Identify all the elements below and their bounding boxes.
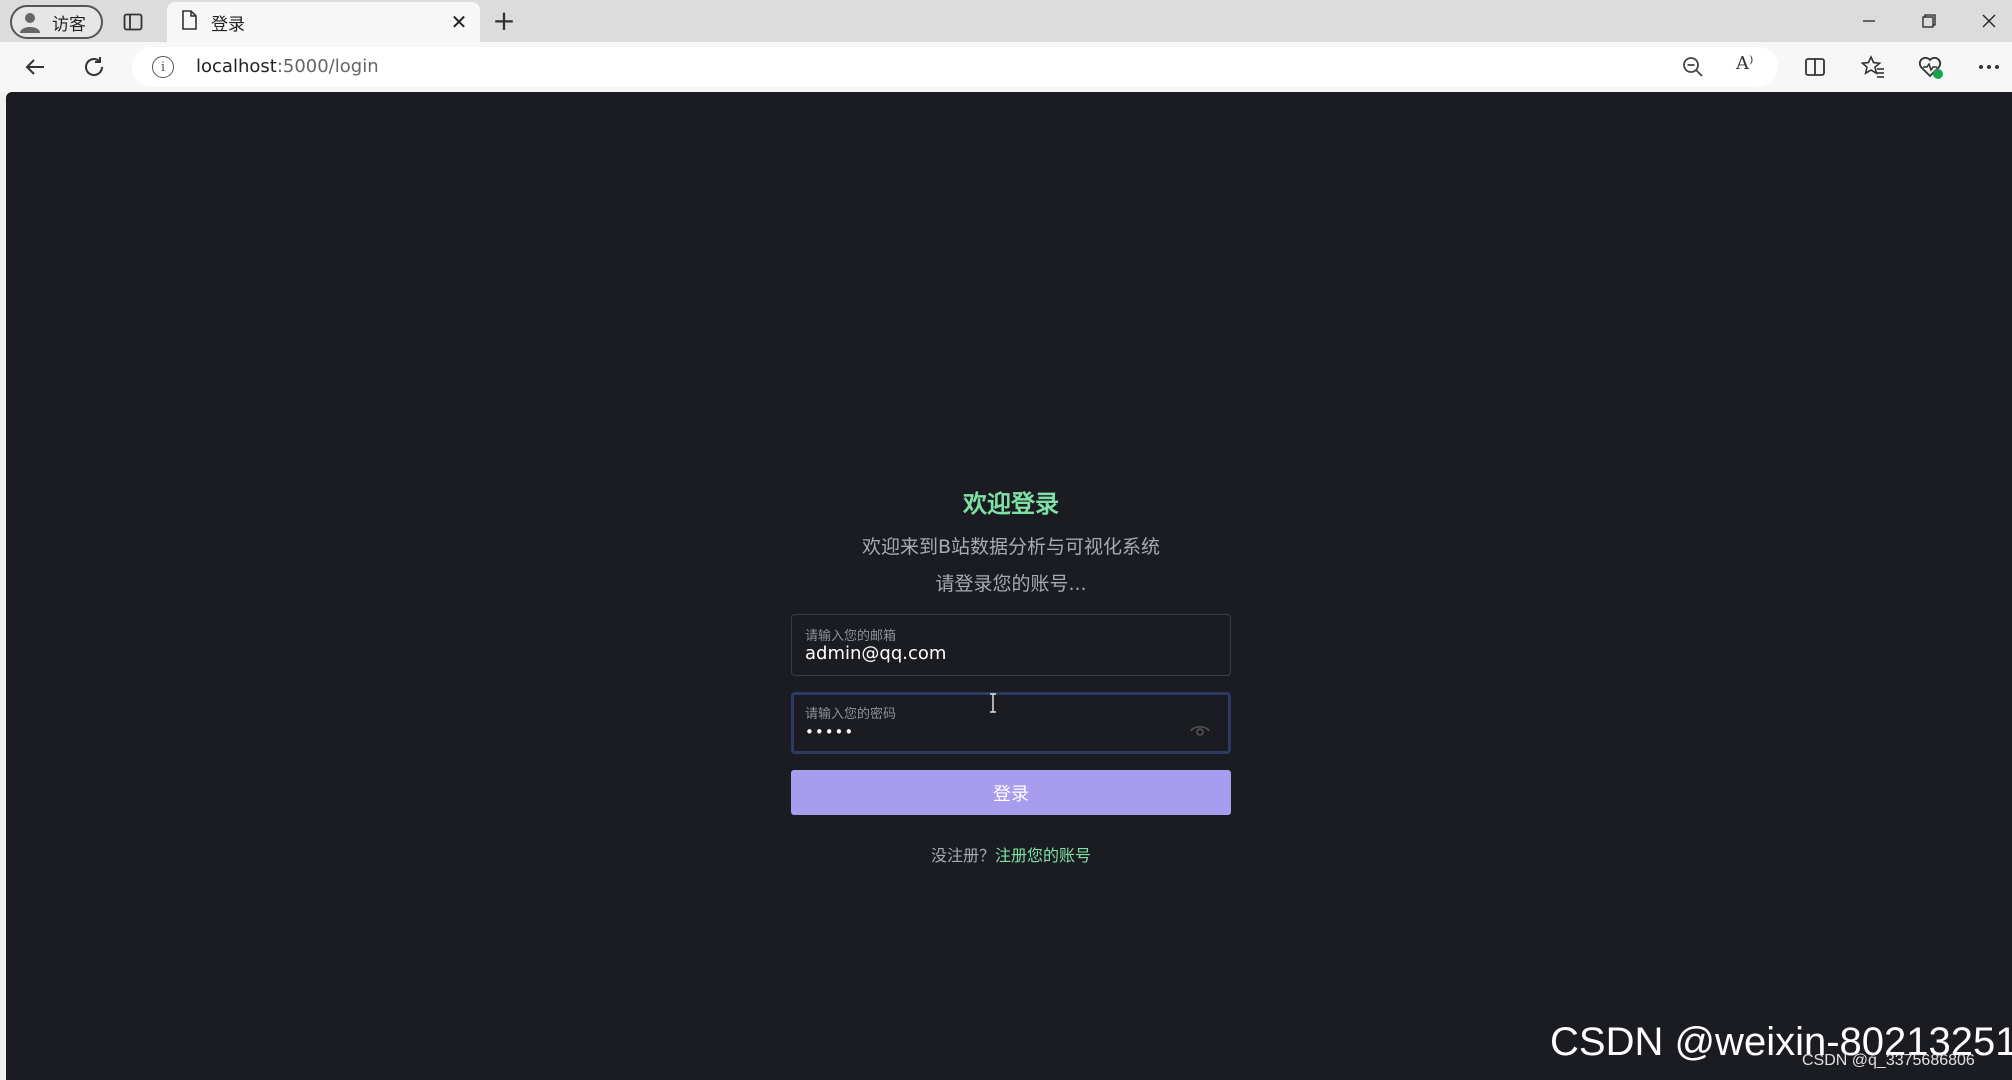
register-line: 没注册？注册您的账号 xyxy=(791,842,1231,866)
password-field[interactable]: 请输入您的密码 ••••• xyxy=(791,692,1231,754)
welcome-title: 欢迎登录 xyxy=(963,490,1059,518)
restore-icon[interactable] xyxy=(1900,0,1958,42)
close-window-icon[interactable] xyxy=(1960,0,2012,42)
system-subtitle: 欢迎来到B站数据分析与可视化系统 xyxy=(861,536,1161,558)
password-input[interactable]: ••••• xyxy=(805,723,1185,741)
zoom-out-icon[interactable] xyxy=(1681,55,1705,79)
reload-icon[interactable] xyxy=(77,50,111,84)
email-field[interactable]: 请输入您的邮箱 admin@qq.com xyxy=(791,614,1231,676)
toggle-password-visibility-icon[interactable] xyxy=(1190,723,1210,737)
url-text: localhost:5000/login xyxy=(196,56,379,77)
split-screen-icon[interactable] xyxy=(1798,50,1832,84)
password-field-label: 请输入您的密码 xyxy=(805,707,897,722)
favorites-icon[interactable] xyxy=(1856,50,1890,84)
browser-essentials-icon[interactable] xyxy=(1914,50,1948,84)
profile-button[interactable]: 访客 xyxy=(10,5,103,39)
tab-title: 登录 xyxy=(211,14,245,35)
url-path: :5000/login xyxy=(276,56,379,77)
person-icon xyxy=(18,10,42,34)
tab-actions-icon[interactable] xyxy=(120,9,146,35)
page-icon xyxy=(181,10,197,34)
watermark-secondary: CSDN @q_3375686806 xyxy=(1802,1052,1975,1069)
browser-toolbar: i localhost:5000/login A⁾ xyxy=(0,42,2012,92)
email-field-label: 请输入您的邮箱 xyxy=(805,629,897,644)
register-prompt: 没注册？ xyxy=(930,846,995,865)
profile-label: 访客 xyxy=(52,14,86,35)
text-cursor-icon xyxy=(989,693,997,713)
new-tab-icon[interactable]: + xyxy=(490,7,518,35)
close-tab-icon[interactable]: ✕ xyxy=(448,10,470,34)
email-input[interactable]: admin@qq.com xyxy=(805,643,1185,664)
tab-login[interactable]: 登录 ✕ xyxy=(167,2,480,42)
address-bar[interactable]: i localhost:5000/login A⁾ xyxy=(132,47,1778,87)
site-info-icon[interactable]: i xyxy=(152,56,174,78)
more-options-icon[interactable] xyxy=(1972,50,2006,84)
login-prompt: 请登录您的账号... xyxy=(935,573,1087,595)
minimize-icon[interactable] xyxy=(1840,0,1898,42)
url-host: localhost xyxy=(196,56,277,77)
back-icon[interactable] xyxy=(18,50,52,84)
browser-tab-strip: 访客 登录 ✕ + xyxy=(0,0,2012,42)
read-aloud-icon[interactable]: A⁾ xyxy=(1736,53,1753,74)
register-link[interactable]: 注册您的账号 xyxy=(995,846,1091,865)
login-button[interactable]: 登录 xyxy=(791,770,1231,815)
page-viewport: 欢迎登录 欢迎来到B站数据分析与可视化系统 请登录您的账号... 请输入您的邮箱… xyxy=(6,92,2012,1080)
